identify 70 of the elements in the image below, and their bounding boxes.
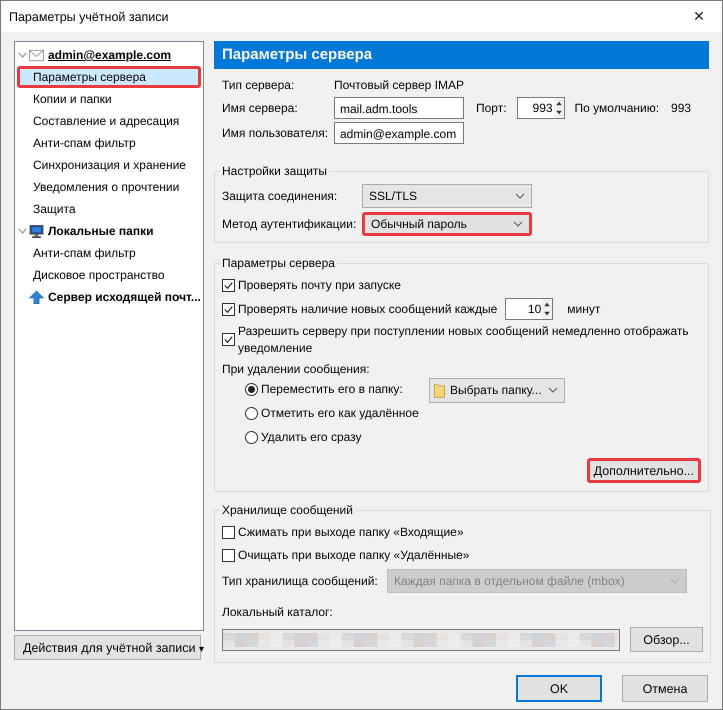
field-label: Тип сервера: (222, 78, 296, 92)
monitor-icon (29, 224, 44, 238)
folder-icon (434, 382, 445, 398)
tree-item[interactable]: admin@example.com (48, 48, 172, 62)
port-spinbox[interactable]: 993 (516, 97, 565, 119)
checkbox[interactable] (222, 526, 235, 538)
dropdown[interactable]: Обычный пароль (362, 212, 532, 236)
field-label: Порт: (476, 101, 507, 115)
checkbox[interactable] (222, 302, 235, 316)
chevron-down-icon (513, 221, 523, 227)
tree-item[interactable]: Уведомления о прочтении (17, 176, 201, 198)
browse-button[interactable]: Обзор... (630, 627, 703, 652)
window-title: Параметры учётной записи (9, 10, 169, 24)
unit-label: минут (567, 302, 600, 316)
tree-item[interactable]: Дисковое пространство (17, 264, 201, 286)
tree-item[interactable]: Составление и адресация (17, 110, 201, 132)
chevron-down-icon (515, 193, 525, 199)
dialog-button[interactable]: Отмена (622, 675, 708, 702)
group-title: Параметры сервера (221, 256, 336, 270)
input-field[interactable]: admin@example.com (334, 122, 464, 144)
field-label: По умолчанию: (574, 101, 660, 115)
spin-arrows-icon[interactable] (554, 98, 564, 118)
chevron-down-icon (670, 578, 680, 584)
radio-button[interactable] (245, 382, 258, 396)
radio-button[interactable] (245, 406, 258, 420)
checkbox-label: Сжимать при выходе папку «Входящие» (238, 525, 464, 539)
checkbox[interactable] (222, 333, 235, 346)
field-label: Имя пользователя: (222, 126, 330, 140)
interval-spinbox[interactable]: 10 (505, 298, 554, 320)
group-title: Хранилище сообщений (221, 503, 354, 517)
tree-item[interactable]: Защита (17, 198, 201, 220)
field-label: Метод аутентификации: (222, 217, 358, 231)
tree-item[interactable]: Анти-спам фильтр (17, 132, 201, 154)
advanced-button[interactable]: Дополнительно... (586, 458, 701, 483)
radio-label: Удалить его сразу (261, 430, 363, 444)
checkbox-label: Проверять почту при запуске (238, 278, 401, 292)
field-label: Локальный каталог: (222, 605, 334, 619)
chevron-icon[interactable] (18, 228, 27, 234)
envelope-icon (29, 48, 44, 62)
field-label: Тип хранилища сообщений: (222, 574, 379, 588)
section-label: При удалении сообщения: (222, 362, 371, 376)
tree-item[interactable]: Параметры сервера (17, 66, 201, 88)
tree-item[interactable]: Копии и папки (17, 88, 201, 110)
input-field[interactable]: mail.adm.tools (334, 97, 464, 119)
checkbox-label: Разрешить серверу при поступлении новых сообщений немедленно отображать уведомление (238, 323, 690, 357)
tree-item[interactable]: Анти-спам фильтр (17, 242, 201, 264)
radio-label: Отметить его как удалённое (261, 406, 420, 420)
group-title: Настройки защиты (221, 164, 328, 178)
field-label: Имя сервера: (222, 101, 299, 115)
folder-picker[interactable]: Выбрать папку... (429, 378, 565, 402)
server-type-text: Почтовый сервер IMAP (334, 77, 465, 94)
close-button[interactable]: ✕ (676, 2, 722, 32)
dialog-button[interactable]: OK (516, 675, 602, 702)
checkbox[interactable] (222, 278, 235, 292)
dropdown[interactable]: SSL/TLS (362, 184, 532, 208)
tree-item[interactable]: Синхронизация и хранение (17, 154, 201, 176)
tree-item[interactable]: Локальные папки (48, 224, 154, 238)
chevron-icon[interactable] (18, 52, 27, 58)
chevron-down-icon (548, 387, 558, 393)
checkbox[interactable] (222, 548, 235, 562)
upload-arrow-icon (29, 290, 44, 304)
checkbox-label: Проверять наличие новых сообщений каждые (238, 302, 498, 316)
tree-item[interactable]: Сервер исходящей почт... (48, 290, 201, 304)
spin-arrows-icon[interactable] (542, 299, 552, 319)
radio-button[interactable] (245, 430, 258, 444)
field-label: Защита соединения: (222, 189, 338, 203)
panel-header: Параметры сервера (214, 41, 709, 69)
checkbox-label: Очищать при выходе папку «Удалённые» (238, 548, 470, 562)
default-port-text: 993 (671, 101, 692, 115)
radio-label: Переместить его в папку: (261, 382, 404, 396)
